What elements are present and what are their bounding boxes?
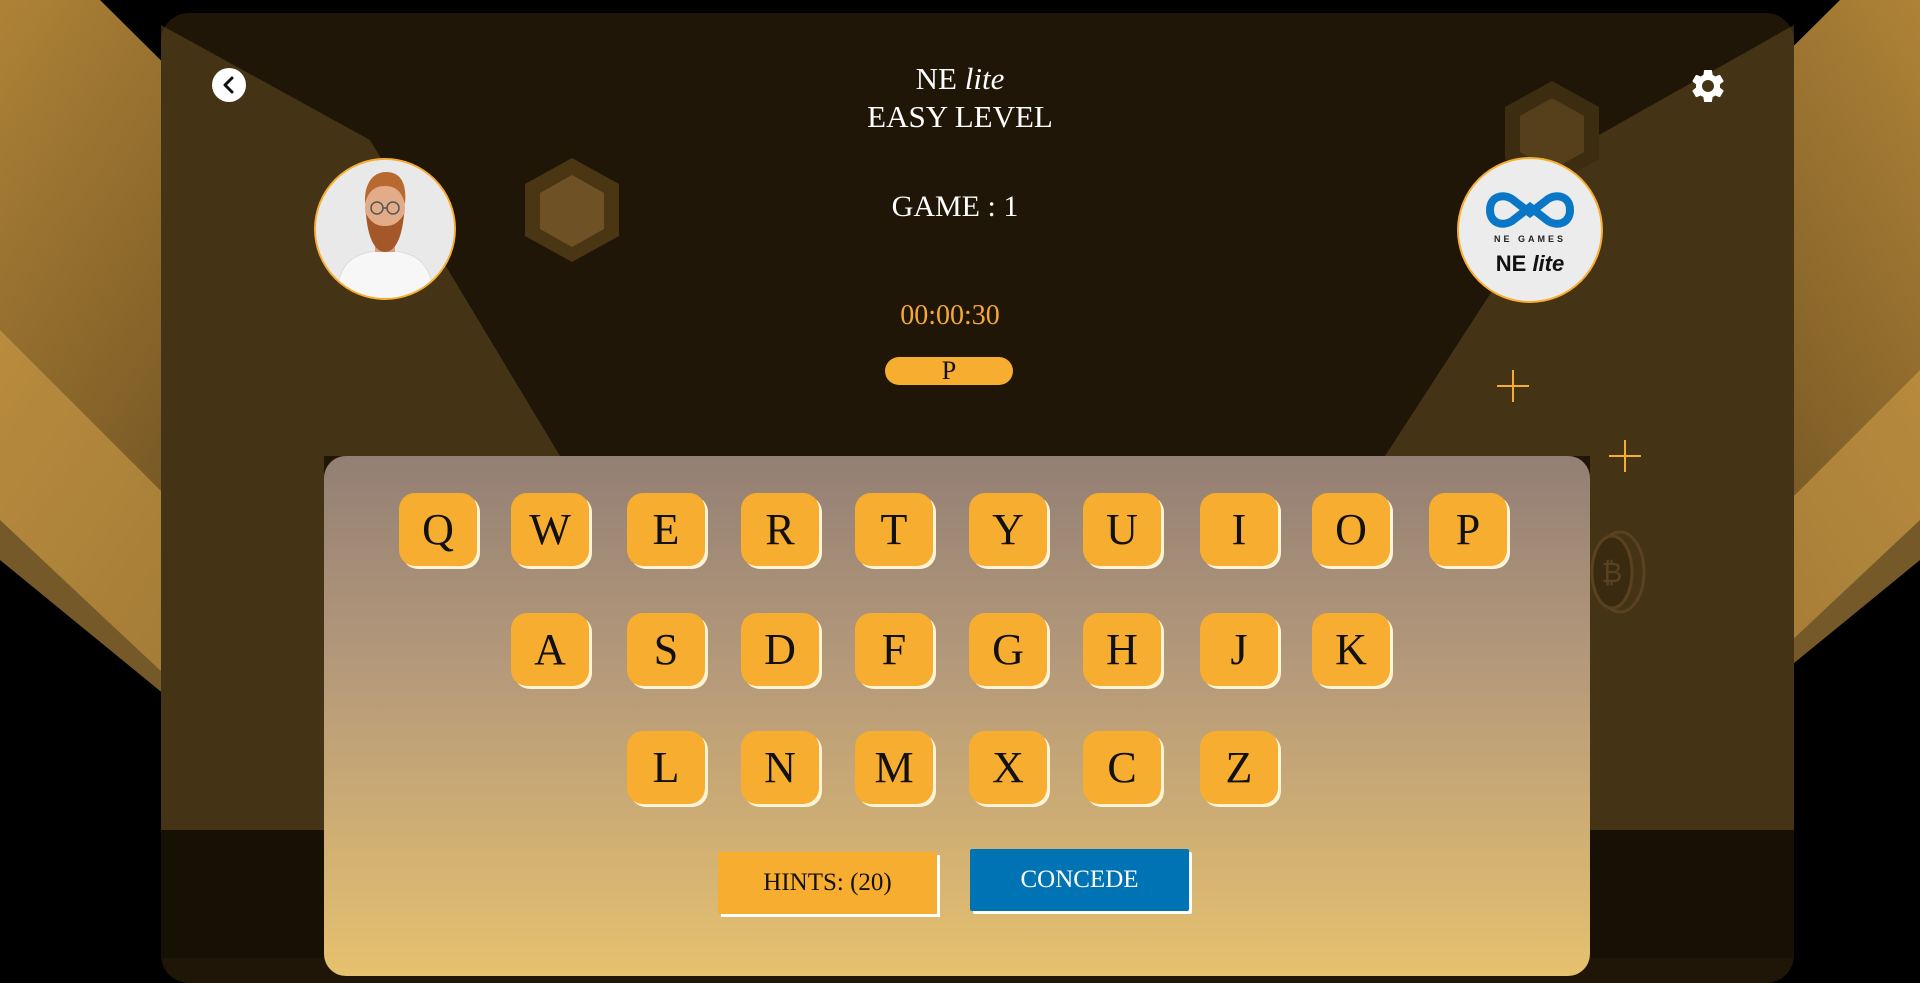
opponent-logo[interactable]: NE GAMES NE lite — [1457, 157, 1603, 303]
player-avatar[interactable] — [314, 158, 456, 300]
svg-text:₿: ₿ — [1602, 556, 1623, 589]
logo-subtitle: NE GAMES — [1493, 234, 1566, 244]
sparkle-icon — [1497, 370, 1529, 402]
current-letter-badge: P — [885, 357, 1013, 385]
key-n[interactable]: N — [741, 731, 819, 804]
key-h[interactable]: H — [1083, 613, 1161, 686]
person-icon — [316, 160, 454, 298]
key-l[interactable]: L — [627, 731, 705, 804]
game-title: NE lite EASY LEVEL — [760, 60, 1160, 136]
key-t[interactable]: T — [855, 493, 933, 566]
key-q[interactable]: Q — [399, 493, 477, 566]
brand-title: NE lite — [915, 61, 1005, 96]
level-label: EASY LEVEL — [867, 99, 1053, 134]
key-c[interactable]: C — [1083, 731, 1161, 804]
key-z[interactable]: Z — [1200, 731, 1278, 804]
key-o[interactable]: O — [1312, 493, 1390, 566]
gear-icon[interactable] — [1688, 66, 1728, 106]
logo-name: NE lite — [1495, 251, 1565, 276]
key-x[interactable]: X — [969, 731, 1047, 804]
key-j[interactable]: J — [1200, 613, 1278, 686]
key-y[interactable]: Y — [969, 493, 1047, 566]
hexagon-icon — [525, 158, 619, 262]
key-a[interactable]: A — [511, 613, 589, 686]
sparkle-icon — [1609, 440, 1641, 472]
key-s[interactable]: S — [627, 613, 705, 686]
key-p[interactable]: P — [1429, 493, 1507, 566]
game-number: GAME : 1 — [891, 190, 1019, 223]
concede-button[interactable]: CONCEDE — [970, 849, 1189, 911]
chevron-left-icon — [223, 76, 234, 94]
key-m[interactable]: M — [855, 731, 933, 804]
bitcoin-coin-icon: ₿ — [1590, 530, 1646, 614]
back-button[interactable] — [212, 68, 246, 102]
key-w[interactable]: W — [511, 493, 589, 566]
key-u[interactable]: U — [1083, 493, 1161, 566]
key-d[interactable]: D — [741, 613, 819, 686]
key-g[interactable]: G — [969, 613, 1047, 686]
infinity-logo-icon — [1485, 192, 1575, 228]
key-f[interactable]: F — [855, 613, 933, 686]
hints-button[interactable]: HINTS: (20) — [718, 852, 937, 914]
key-i[interactable]: I — [1200, 493, 1278, 566]
key-r[interactable]: R — [741, 493, 819, 566]
key-k[interactable]: K — [1312, 613, 1390, 686]
key-e[interactable]: E — [627, 493, 705, 566]
game-timer: 00:00:30 — [900, 300, 1000, 331]
